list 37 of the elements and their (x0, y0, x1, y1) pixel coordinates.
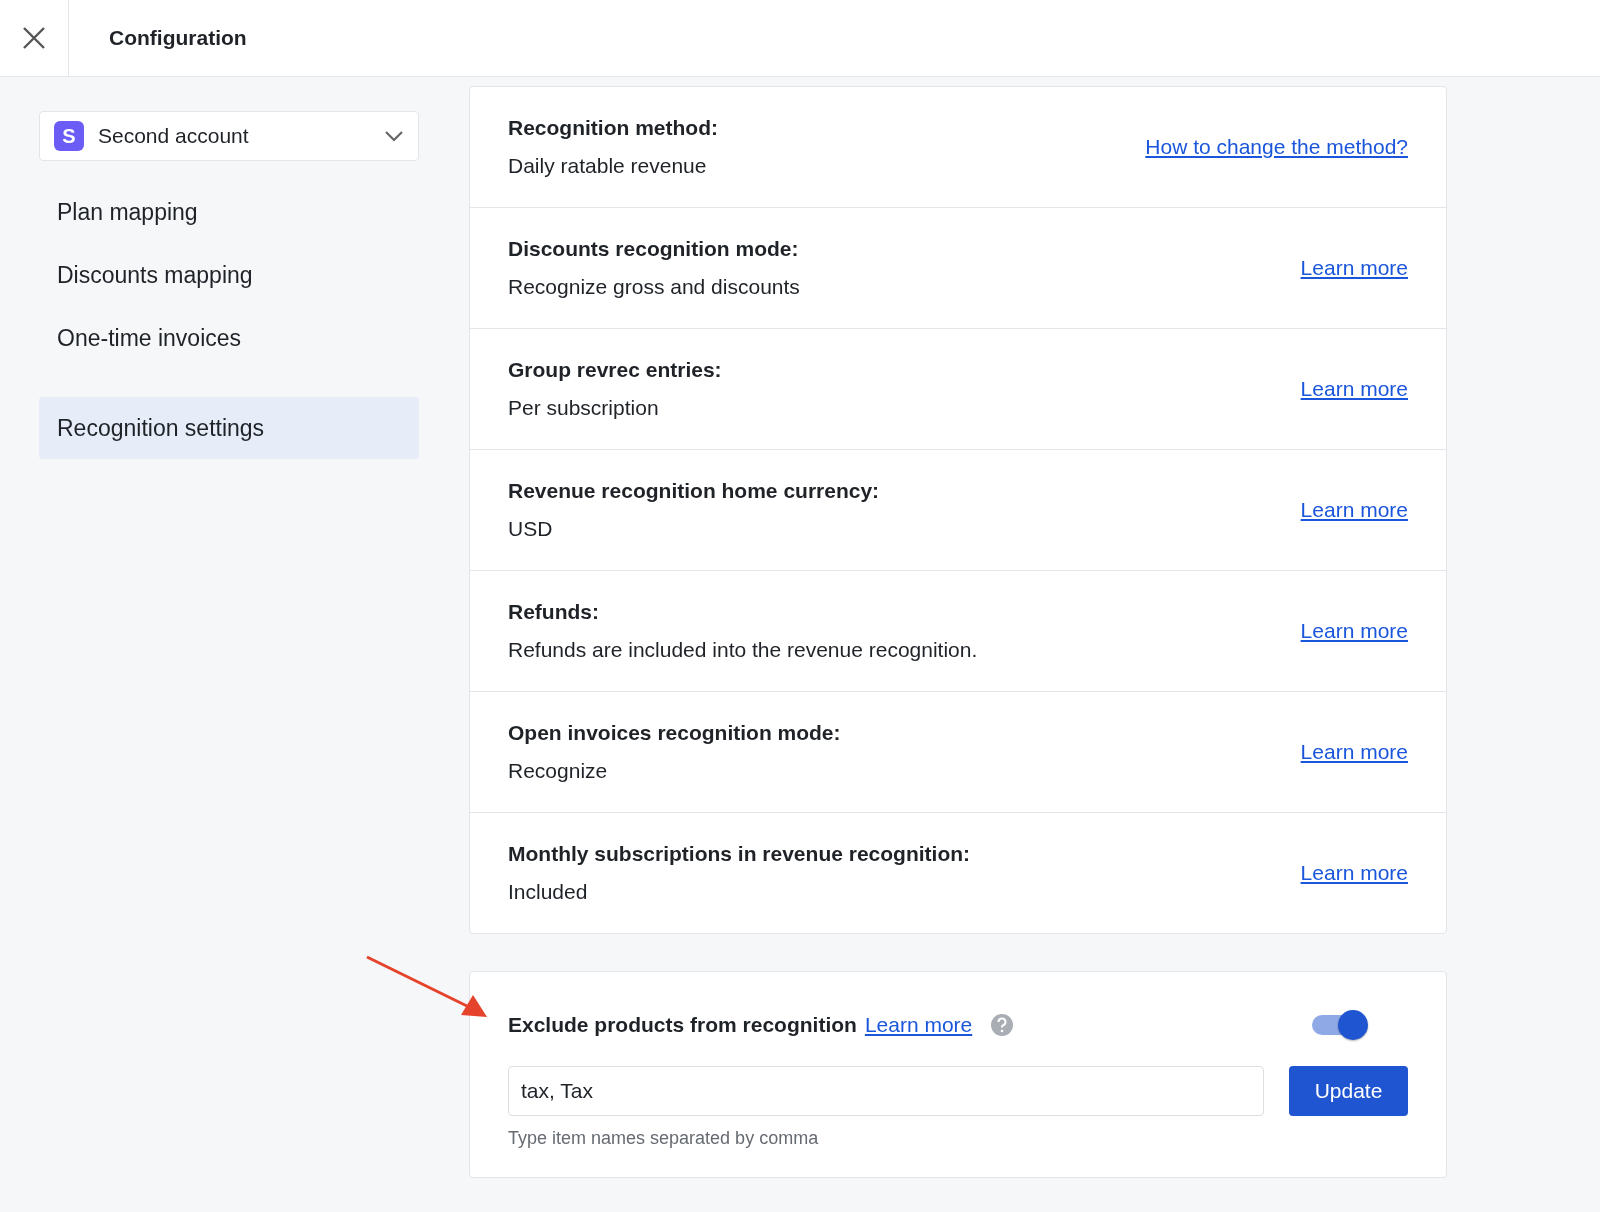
nav-item[interactable]: Recognition settings (39, 397, 419, 459)
input-hint: Type item names separated by comma (508, 1128, 820, 1149)
close-icon (22, 26, 46, 50)
setting-value: Recognize (508, 759, 609, 783)
setting-value: Daily ratable revenue (508, 154, 708, 178)
help-link[interactable]: Learn more (1300, 861, 1408, 885)
setting-title: Group revrec entries: (508, 358, 723, 382)
nav-item[interactable]: One-time invoices (39, 307, 419, 369)
help-link[interactable]: Learn more (1300, 377, 1408, 401)
setting-title: Discounts recognition mode: (508, 237, 800, 261)
setting-value: Refunds are included into the revenue recognition. (508, 638, 979, 662)
products-input[interactable]: tax, Tax (508, 1066, 1264, 1116)
setting-value: Per subscription (508, 396, 660, 420)
setting-value: Recognize gross and discounts (508, 275, 801, 299)
account-dropdown[interactable]: S Second account (39, 111, 419, 161)
help-link[interactable]: Learn more (864, 1013, 973, 1037)
setting-title: Revenue recognition home currency: (508, 479, 881, 503)
setting-title: Refunds: (508, 600, 600, 624)
setting-value: Included (508, 880, 589, 904)
account-name: Second account (98, 124, 250, 148)
help-link[interactable]: Learn more (1300, 740, 1408, 764)
help-link[interactable]: How to change the method? (1145, 135, 1408, 159)
account-logo: S (54, 121, 84, 151)
setting-title: Exclude products from recognition (508, 1013, 857, 1037)
nav-item[interactable]: Plan mapping (39, 181, 419, 243)
chevron-down-icon (384, 130, 404, 142)
help-link[interactable]: Learn more (1300, 498, 1408, 522)
update-button[interactable]: Update (1289, 1066, 1408, 1116)
setting-value: USD (508, 517, 554, 541)
help-link[interactable]: Learn more (1300, 619, 1408, 643)
nav-item[interactable]: Discounts mapping (39, 244, 419, 306)
setting-title: Open invoices recognition mode: (508, 721, 842, 745)
toggle-switch[interactable] (1310, 1008, 1368, 1042)
page-title: Configuration (109, 26, 247, 50)
setting-title: Recognition method: (508, 116, 719, 140)
help-link[interactable]: Learn more (1300, 256, 1408, 280)
setting-title: Monthly subscriptions in revenue recognition: (508, 842, 972, 866)
